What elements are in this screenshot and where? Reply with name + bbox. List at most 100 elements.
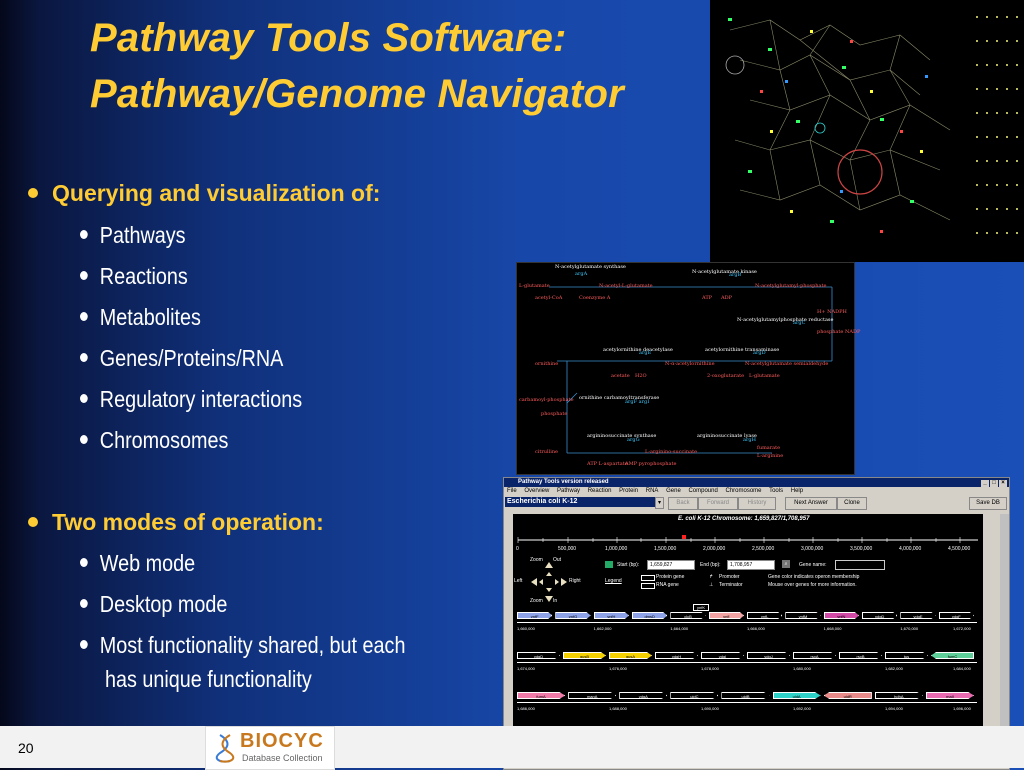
- maximize-button[interactable]: □: [990, 480, 998, 487]
- gene-ydgD[interactable]: ydgD: [862, 612, 898, 619]
- forward-button[interactable]: Forward: [698, 497, 738, 510]
- menu-bar: File Overview Pathway Reaction Protein R…: [504, 487, 1009, 496]
- gene-fumA[interactable]: fumA: [517, 692, 566, 699]
- gene-name-input[interactable]: [835, 560, 885, 570]
- history-button[interactable]: History: [738, 497, 776, 510]
- rna-gene-symbol-icon: [641, 583, 655, 589]
- search-icon[interactable]: ⌕: [782, 560, 790, 568]
- pan-right-label: Right: [569, 578, 581, 584]
- menu-tools[interactable]: Tools: [769, 488, 783, 494]
- save-db-button[interactable]: Save DB: [969, 497, 1007, 510]
- logo-word: BIOCYC: [240, 730, 324, 752]
- current-position-marker[interactable]: [682, 535, 686, 539]
- gene-ynfN[interactable]: ynfN: [823, 612, 859, 619]
- window-titlebar[interactable]: Pathway Tools version released _ □ ×: [504, 478, 1009, 487]
- path-label: acetylornithine deacetylase: [603, 347, 673, 353]
- go-icon[interactable]: [605, 561, 613, 568]
- clone-button[interactable]: Clone: [837, 497, 867, 510]
- gene-dmsD[interactable]: dmsD: [632, 612, 668, 619]
- gene-clcB[interactable]: clcB: [670, 612, 706, 619]
- gene-row-axis: [517, 662, 977, 663]
- row-tick-label: 1,676,000: [609, 666, 627, 671]
- gene-label[interactable]: ynfK: [693, 604, 710, 611]
- gene-ynfF[interactable]: ynfF: [517, 612, 553, 619]
- gene-rsxA[interactable]: rsxA: [793, 652, 836, 659]
- path-compound: L-glutamate: [749, 373, 780, 379]
- slide-title-line2: Pathway/Genome Navigator: [90, 72, 624, 116]
- next-answer-button[interactable]: Next Answer: [785, 497, 837, 510]
- gene-hdhA[interactable]: hdhA: [874, 692, 923, 699]
- gene-manA[interactable]: manA: [568, 692, 617, 699]
- page-number: 20: [18, 740, 34, 756]
- menu-rna[interactable]: RNA: [646, 488, 659, 494]
- legend-note: Mouse over genes for more information.: [768, 582, 857, 588]
- gene-malI[interactable]: malI: [925, 692, 974, 699]
- slide-title-line1: Pathway Tools Software:: [90, 16, 567, 60]
- path-compound: H+ NADPH: [817, 309, 847, 315]
- legend-terminator: Terminator: [719, 582, 743, 588]
- gene-tus[interactable]: tus: [885, 652, 928, 659]
- bullet-shared-cont: has unique functionality: [105, 666, 312, 692]
- gene-ynfM[interactable]: ynfM: [785, 612, 821, 619]
- gene-ynfI[interactable]: ynfI: [708, 612, 744, 619]
- gene-ydgD[interactable]: ydgD: [517, 652, 560, 659]
- gene-ydgE[interactable]: ydgE: [900, 612, 936, 619]
- menu-chromosome[interactable]: Chromosome: [726, 488, 762, 494]
- gene-gusB[interactable]: gusB: [563, 652, 606, 659]
- gene-ydgI[interactable]: ydgI: [701, 652, 744, 659]
- gene-uidR[interactable]: uidR: [823, 692, 872, 699]
- path-gene-label: argH: [743, 437, 756, 443]
- bullet-regulatory: Regulatory interactions: [80, 386, 302, 413]
- path-compound: ornithine: [535, 361, 559, 367]
- gene-fumC[interactable]: fumC: [931, 652, 974, 659]
- row-tick-label: 1,684,000: [953, 666, 971, 671]
- bullet-text: Web mode: [99, 550, 196, 576]
- bullet-text: Genes/Proteins/RNA: [99, 345, 284, 371]
- end-input[interactable]: 1,708,957: [727, 560, 775, 570]
- chromosome-title: E. coli K-12 Chromosome: 1,659,827/1,708…: [678, 516, 810, 522]
- menu-compound[interactable]: Compound: [688, 488, 717, 494]
- gene-name-label: Gene name:: [799, 562, 827, 568]
- bullet-dot: [80, 353, 88, 363]
- gene-rsxB[interactable]: rsxB: [839, 652, 882, 659]
- bullet-modes-text: Two modes of operation:: [52, 509, 324, 535]
- row-tick-label: 1,666,000: [747, 626, 765, 631]
- start-input[interactable]: 1,659,827: [647, 560, 695, 570]
- organism-select[interactable]: Escherichia coli K-12: [505, 497, 659, 507]
- gene-uidA[interactable]: uidA: [772, 692, 821, 699]
- gene-ynfL[interactable]: ynfL: [747, 612, 783, 619]
- menu-pathway[interactable]: Pathway: [557, 488, 580, 494]
- navigation-arrows-icon[interactable]: [529, 560, 569, 604]
- back-button[interactable]: Back: [668, 497, 698, 510]
- path-compound: fumarate: [757, 445, 781, 451]
- path-compound: L-arginine: [757, 453, 784, 459]
- scale-tick: 0: [516, 546, 519, 552]
- path-compound: ADP: [721, 295, 732, 301]
- minimize-button[interactable]: _: [981, 480, 989, 487]
- menu-gene[interactable]: Gene: [666, 488, 681, 494]
- gene-gusA[interactable]: gusA: [609, 652, 652, 659]
- path-compound: N-α-acetylornithine: [665, 361, 715, 367]
- menu-file[interactable]: File: [507, 488, 517, 494]
- scale-tick: 3,500,000: [850, 546, 873, 552]
- bullet-dot: [80, 640, 88, 650]
- gene-ynfG[interactable]: ynfG: [555, 612, 591, 619]
- bullet-dot: [80, 312, 88, 322]
- gene-ynfH[interactable]: ynfH: [593, 612, 629, 619]
- row-tick-label: 1,696,000: [953, 706, 971, 711]
- gene-ydgA[interactable]: ydgA: [619, 692, 668, 699]
- bullet-genes: Genes/Proteins/RNA: [80, 345, 283, 372]
- gene-ydgF[interactable]: ydgF: [938, 612, 974, 619]
- menu-overview[interactable]: Overview: [524, 488, 549, 494]
- menu-help[interactable]: Help: [791, 488, 803, 494]
- menu-reaction[interactable]: Reaction: [588, 488, 612, 494]
- menu-protein[interactable]: Protein: [619, 488, 638, 494]
- gene-uidB[interactable]: uidB: [721, 692, 770, 699]
- organism-dropdown-arrow-icon[interactable]: ▾: [655, 497, 664, 509]
- bullet-dot: [80, 435, 88, 445]
- legend-title: Legend: [605, 578, 622, 584]
- gene-ydgH[interactable]: ydgH: [655, 652, 698, 659]
- gene-ydgJ[interactable]: ydgJ: [747, 652, 790, 659]
- gene-uidC[interactable]: uidC: [670, 692, 719, 699]
- close-button[interactable]: ×: [999, 480, 1007, 487]
